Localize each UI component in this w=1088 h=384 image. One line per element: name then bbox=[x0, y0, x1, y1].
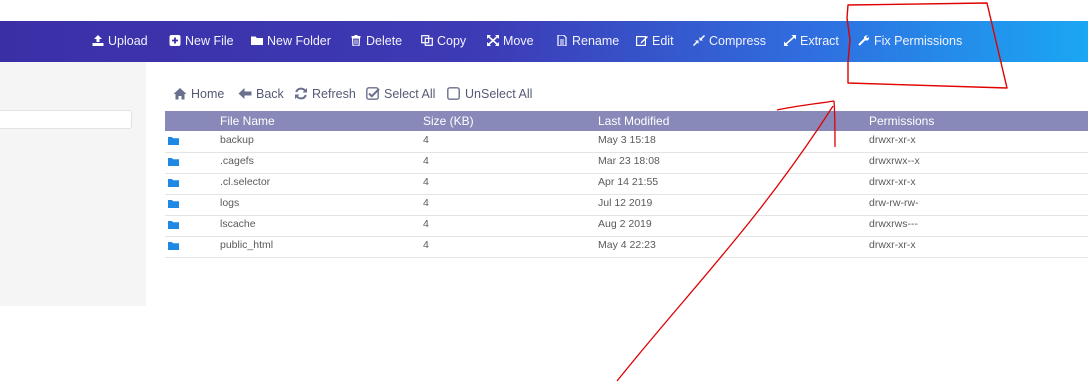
new-file-label: New File bbox=[185, 34, 234, 48]
file-manager-toolbar: Upload New File New Folder Delete Copy M… bbox=[0, 21, 1088, 62]
file-size: 4 bbox=[423, 176, 429, 188]
select-all-label: Select All bbox=[384, 87, 436, 101]
expand-icon bbox=[784, 35, 796, 46]
file-name[interactable]: .cagefs bbox=[220, 152, 254, 172]
home-button[interactable]: Home bbox=[173, 86, 224, 102]
empty-box-icon bbox=[447, 87, 461, 100]
upload-icon bbox=[92, 35, 104, 46]
plus-square-icon bbox=[169, 35, 181, 46]
fix-permissions-label: Fix Permissions bbox=[874, 34, 963, 48]
compress-button[interactable]: Compress bbox=[693, 21, 766, 62]
file-modified: May 3 15:18 bbox=[598, 134, 656, 146]
home-icon bbox=[173, 87, 187, 100]
unselect-all-button[interactable]: UnSelect All bbox=[447, 86, 532, 102]
table-row[interactable]: backup 4 May 3 15:18 drwxr-xr-x bbox=[165, 131, 1088, 153]
file-modified: Mar 23 18:08 bbox=[598, 155, 660, 167]
edit-button[interactable]: Edit bbox=[636, 21, 674, 62]
file-permissions[interactable]: drw-rw-rw- bbox=[869, 194, 919, 214]
col-size[interactable]: Size (KB) bbox=[423, 111, 474, 131]
folder-icon bbox=[168, 241, 179, 250]
file-modified: Apr 14 21:55 bbox=[598, 176, 659, 188]
table-row[interactable]: .cagefs 4 Mar 23 18:08 drwxrwx--x bbox=[165, 152, 1088, 174]
delete-label: Delete bbox=[366, 34, 403, 48]
file-size: 4 bbox=[423, 155, 429, 167]
file-name[interactable]: public_html bbox=[220, 236, 273, 256]
file-name[interactable]: lscache bbox=[220, 215, 256, 235]
folder-icon bbox=[251, 35, 263, 46]
file-modified: May 4 22:23 bbox=[598, 239, 656, 251]
refresh-button[interactable]: Refresh bbox=[294, 86, 356, 102]
file-name[interactable]: logs bbox=[220, 194, 239, 214]
file-name[interactable]: .cl.selector bbox=[220, 173, 270, 193]
refresh-icon bbox=[294, 87, 308, 100]
file-size: 4 bbox=[423, 218, 429, 230]
file-modified: Jul 12 2019 bbox=[598, 197, 653, 209]
folder-icon bbox=[168, 220, 179, 229]
sidebar-path-field[interactable] bbox=[0, 110, 132, 129]
table-row[interactable]: lscache 4 Aug 2 2019 drwxrws--- bbox=[165, 215, 1088, 237]
new-file-button[interactable]: New File bbox=[169, 21, 234, 62]
file-permissions[interactable]: drwxr-xr-x bbox=[869, 131, 916, 151]
move-arrows-icon bbox=[487, 35, 499, 46]
checked-box-icon bbox=[366, 87, 380, 100]
file-size: 4 bbox=[423, 134, 429, 146]
back-button[interactable]: Back bbox=[238, 86, 284, 102]
file-permissions[interactable]: drwxr-xr-x bbox=[869, 173, 916, 193]
annotation-arrowhead-left bbox=[776, 100, 835, 111]
copy-label: Copy bbox=[437, 34, 467, 48]
compress-icon bbox=[693, 35, 705, 46]
sidebar bbox=[0, 62, 146, 306]
move-button[interactable]: Move bbox=[487, 21, 534, 62]
copy-icon bbox=[421, 35, 433, 46]
fix-permissions-button[interactable]: Fix Permissions bbox=[858, 21, 962, 62]
arrow-left-icon bbox=[238, 87, 252, 100]
trash-icon bbox=[350, 35, 362, 46]
file-modified: Aug 2 2019 bbox=[598, 218, 652, 230]
table-row[interactable]: logs 4 Jul 12 2019 drw-rw-rw- bbox=[165, 194, 1088, 216]
folder-icon bbox=[168, 157, 179, 166]
file-size: 4 bbox=[423, 239, 429, 251]
select-all-button[interactable]: Select All bbox=[366, 86, 435, 102]
home-label: Home bbox=[191, 87, 225, 101]
rename-label: Rename bbox=[572, 34, 620, 48]
new-folder-label: New Folder bbox=[267, 34, 331, 48]
refresh-label: Refresh bbox=[312, 87, 356, 101]
extract-button[interactable]: Extract bbox=[784, 21, 839, 62]
wrench-icon bbox=[858, 35, 870, 46]
table-row[interactable]: public_html 4 May 4 22:23 drwxr-xr-x bbox=[165, 236, 1088, 258]
copy-button[interactable]: Copy bbox=[421, 21, 466, 62]
file-table-header: File Name Size (KB) Last Modified Permis… bbox=[165, 111, 1088, 131]
rename-button[interactable]: Rename bbox=[556, 21, 619, 62]
extract-label: Extract bbox=[800, 34, 839, 48]
file-name[interactable]: backup bbox=[220, 131, 254, 151]
edit-icon bbox=[636, 35, 648, 46]
folder-icon bbox=[168, 136, 179, 145]
compress-label: Compress bbox=[709, 34, 766, 48]
unselect-all-label: UnSelect All bbox=[465, 87, 533, 101]
edit-label: Edit bbox=[652, 34, 674, 48]
file-permissions[interactable]: drwxrws--- bbox=[869, 215, 918, 235]
folder-icon bbox=[168, 199, 179, 208]
new-folder-button[interactable]: New Folder bbox=[251, 21, 331, 62]
delete-button[interactable]: Delete bbox=[350, 21, 402, 62]
back-label: Back bbox=[256, 87, 284, 101]
file-icon bbox=[556, 35, 568, 46]
folder-icon bbox=[168, 178, 179, 187]
table-row[interactable]: .cl.selector 4 Apr 14 21:55 drwxr-xr-x bbox=[165, 173, 1088, 195]
move-label: Move bbox=[503, 34, 534, 48]
upload-label: Upload bbox=[108, 34, 148, 48]
file-permissions[interactable]: drwxrwx--x bbox=[869, 152, 920, 172]
upload-button[interactable]: Upload bbox=[92, 21, 148, 62]
col-last-modified[interactable]: Last Modified bbox=[598, 111, 669, 131]
col-file-name[interactable]: File Name bbox=[220, 111, 275, 131]
file-permissions[interactable]: drwxr-xr-x bbox=[869, 236, 916, 256]
file-size: 4 bbox=[423, 197, 429, 209]
col-permissions[interactable]: Permissions bbox=[869, 111, 934, 131]
